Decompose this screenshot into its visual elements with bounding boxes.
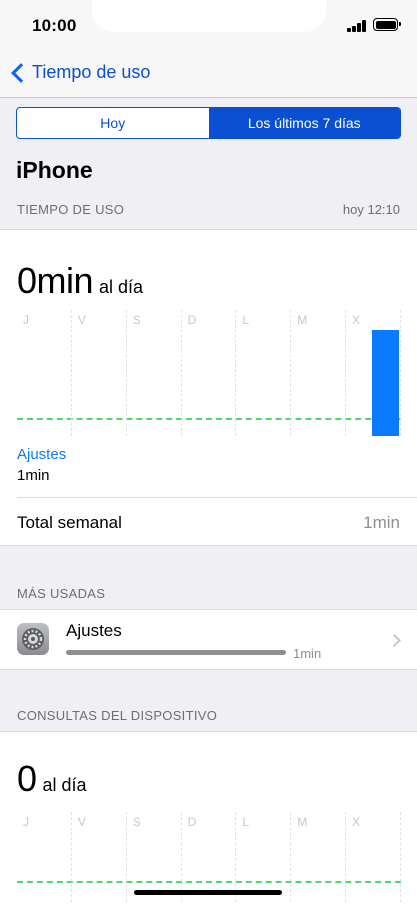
segment-today[interactable]: Hoy xyxy=(17,108,209,138)
pickups-card: 0 al día J V S D L M X xyxy=(0,731,417,905)
status-bar: 10:00 xyxy=(0,0,417,50)
updated-time: hoy 12:10 xyxy=(342,202,400,217)
chevron-right-icon xyxy=(388,634,401,647)
chart-gridline xyxy=(125,812,127,902)
most-used-header: MÁS USADAS xyxy=(17,586,106,601)
most-used-card: Ajustes 1min xyxy=(0,609,417,670)
chart-day-label: M xyxy=(297,815,308,829)
usage-section-header: TIEMPO DE USO xyxy=(17,202,125,217)
chart-day-label: J xyxy=(23,313,29,327)
battery-icon xyxy=(373,18,401,31)
chart-day-label: S xyxy=(132,815,141,829)
chart-gridline xyxy=(180,812,182,902)
navigation-bar: Tiempo de uso xyxy=(0,50,417,98)
pickups-bar-chart: JVSDLMX xyxy=(17,812,401,902)
usage-card: 0min al día J V S D L M X Ajustes 1min Total s… xyxy=(0,229,417,546)
most-used-app-name: Ajustes xyxy=(66,621,122,640)
chart-day-label: J xyxy=(23,815,29,829)
chart-day-label: X xyxy=(352,313,361,327)
chart-gridline xyxy=(345,310,347,436)
chart-gridline xyxy=(400,812,401,902)
chart-gridline xyxy=(235,812,237,902)
usage-average-unit: al día xyxy=(99,277,144,297)
chevron-left-icon xyxy=(11,62,31,83)
chart-day-label: V xyxy=(77,815,86,829)
chart-day-label: L xyxy=(242,313,250,327)
legend-app-name[interactable]: Ajustes xyxy=(17,446,66,463)
chart-gridline xyxy=(345,812,347,902)
chart-gridline xyxy=(235,310,237,436)
chart-gridline xyxy=(70,812,72,902)
pickups-average: 0 al día xyxy=(17,758,87,800)
notch xyxy=(92,0,326,32)
status-time: 10:00 xyxy=(32,16,77,35)
chart-gridline xyxy=(290,310,292,436)
legend-app-value: 1min xyxy=(17,467,50,484)
chart-gridline xyxy=(70,310,72,436)
usage-bar-chart: JVSDLMX xyxy=(17,310,401,436)
pickups-header: CONSULTAS DEL DISPOSITIVO xyxy=(17,708,218,723)
chart-gridline xyxy=(125,310,127,436)
chart-bar xyxy=(372,330,399,436)
segment-last-7-days[interactable]: Los últimos 7 días xyxy=(208,108,400,138)
usage-progress-bar xyxy=(66,650,286,655)
chart-day-label: D xyxy=(187,313,197,327)
pickups-average-value: 0 xyxy=(17,758,37,799)
home-indicator xyxy=(134,890,282,895)
weekly-total-value: 1min xyxy=(363,513,400,532)
chart-day-label: M xyxy=(297,313,308,327)
chart-day-label: S xyxy=(132,313,141,327)
chart-day-label: X xyxy=(352,815,361,829)
settings-gear-icon xyxy=(17,623,49,655)
signal-icon xyxy=(347,20,367,32)
pickups-average-unit: al día xyxy=(42,775,87,795)
back-button[interactable]: Tiempo de uso xyxy=(8,62,150,83)
most-used-app-time: 1min xyxy=(293,646,322,661)
period-segmented-control: Hoy Los últimos 7 días xyxy=(16,107,401,139)
divider xyxy=(17,497,417,498)
chart-gridline xyxy=(180,310,182,436)
weekly-total-label: Total semanal xyxy=(17,513,122,532)
usage-average-value: 0min xyxy=(17,260,94,301)
device-title: iPhone xyxy=(16,157,93,183)
pickups-average-line xyxy=(17,881,401,883)
usage-average: 0min al día xyxy=(17,260,143,302)
back-label: Tiempo de uso xyxy=(32,62,151,82)
most-used-row[interactable]: Ajustes 1min xyxy=(0,610,417,670)
chart-day-label: D xyxy=(187,815,197,829)
average-line xyxy=(17,418,401,420)
chart-day-label: L xyxy=(242,815,250,829)
chart-day-label: V xyxy=(77,313,86,327)
chart-gridline xyxy=(400,310,401,436)
chart-gridline xyxy=(290,812,292,902)
